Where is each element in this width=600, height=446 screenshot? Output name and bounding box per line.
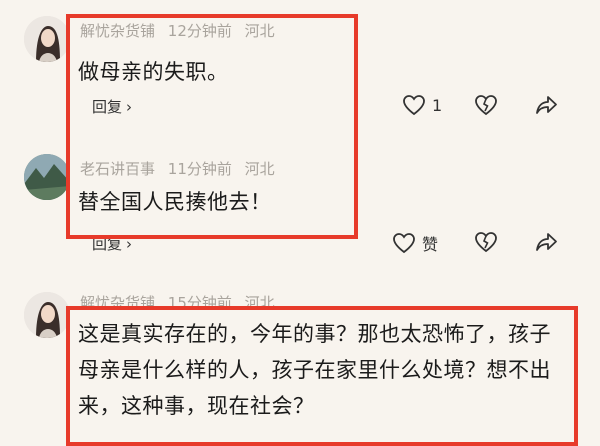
broken-heart-icon — [475, 95, 497, 116]
broken-heart-icon — [475, 232, 497, 253]
heart-outline-icon — [403, 95, 425, 116]
like-button[interactable]: 赞 — [392, 231, 438, 255]
share-button[interactable] — [534, 231, 558, 253]
share-button[interactable] — [534, 94, 558, 116]
dislike-button[interactable] — [474, 231, 498, 253]
highlight-box — [66, 14, 358, 239]
avatar[interactable] — [24, 154, 70, 200]
share-arrow-icon — [536, 96, 557, 114]
highlight-box — [66, 306, 578, 446]
like-button[interactable]: 1 — [402, 94, 442, 116]
avatar[interactable] — [24, 16, 70, 62]
like-count: 1 — [432, 95, 443, 115]
heart-outline-icon — [393, 233, 415, 254]
share-arrow-icon — [536, 233, 557, 251]
avatar[interactable] — [24, 292, 70, 338]
like-label: 赞 — [422, 235, 439, 254]
dislike-button[interactable] — [474, 94, 498, 116]
